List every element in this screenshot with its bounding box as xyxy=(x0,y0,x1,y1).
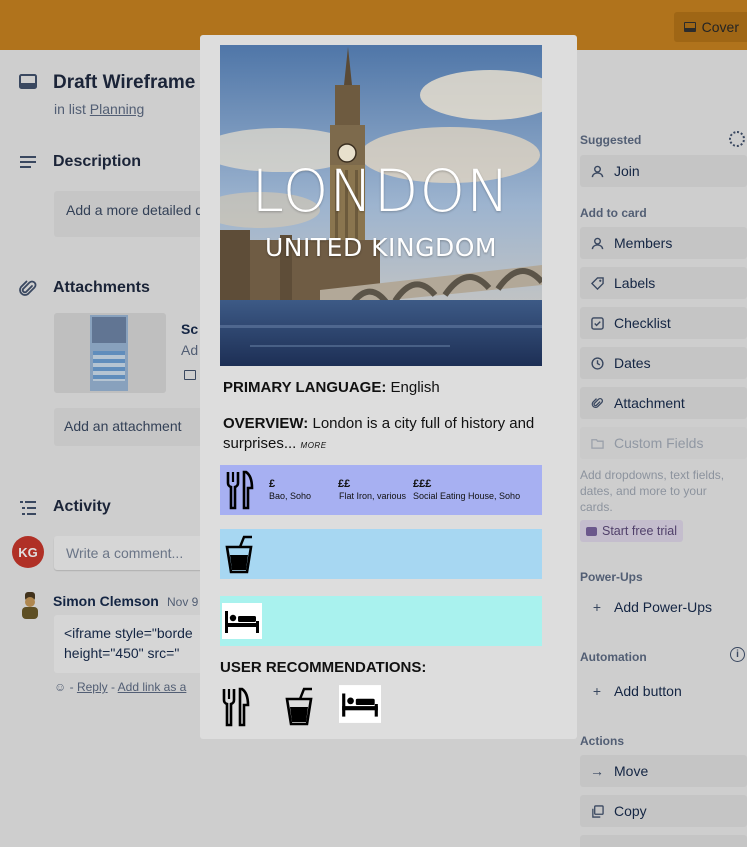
food-price-1: £ xyxy=(269,478,276,490)
bed-icon xyxy=(222,603,262,639)
recommendations-title: USER RECOMMENDATIONS: xyxy=(220,659,427,676)
embed-modal: LONDON UNITED KINGDOM PRIMARY LANGUAGE: … xyxy=(200,35,577,739)
london-hero-image: LONDON UNITED KINGDOM xyxy=(220,45,542,366)
drink-bar xyxy=(220,529,542,579)
city-title: LONDON xyxy=(251,157,511,225)
overview: OVERVIEW: London is a city full of histo… xyxy=(223,414,534,456)
cutlery-icon xyxy=(226,470,254,510)
food-place-3: Social Eating House, Soho xyxy=(413,491,521,501)
food-price-3: £££ xyxy=(413,478,432,490)
drink-icon xyxy=(225,535,253,574)
drink-icon[interactable] xyxy=(284,685,316,727)
more-link[interactable]: MORE xyxy=(301,441,327,450)
bed-icon[interactable] xyxy=(339,685,381,723)
stay-bar xyxy=(220,596,542,646)
overview-label: OVERVIEW: xyxy=(223,415,309,432)
country-title: UNITED KINGDOM xyxy=(265,233,497,262)
primary-language: PRIMARY LANGUAGE: English xyxy=(223,378,440,398)
food-bar: £ Bao, Soho ££ Flat Iron, various £££ So… xyxy=(220,465,542,515)
overview-text-1: London is a city full of history and xyxy=(312,415,535,432)
food-place-2: Flat Iron, various xyxy=(339,491,407,501)
food-place-1: Bao, Soho xyxy=(269,491,312,501)
primary-language-label: PRIMARY LANGUAGE: xyxy=(223,379,387,396)
food-price-2: ££ xyxy=(338,478,351,490)
cutlery-icon[interactable] xyxy=(220,685,252,729)
overview-text-2: surprises... xyxy=(223,435,297,452)
primary-language-value: English xyxy=(390,379,440,396)
